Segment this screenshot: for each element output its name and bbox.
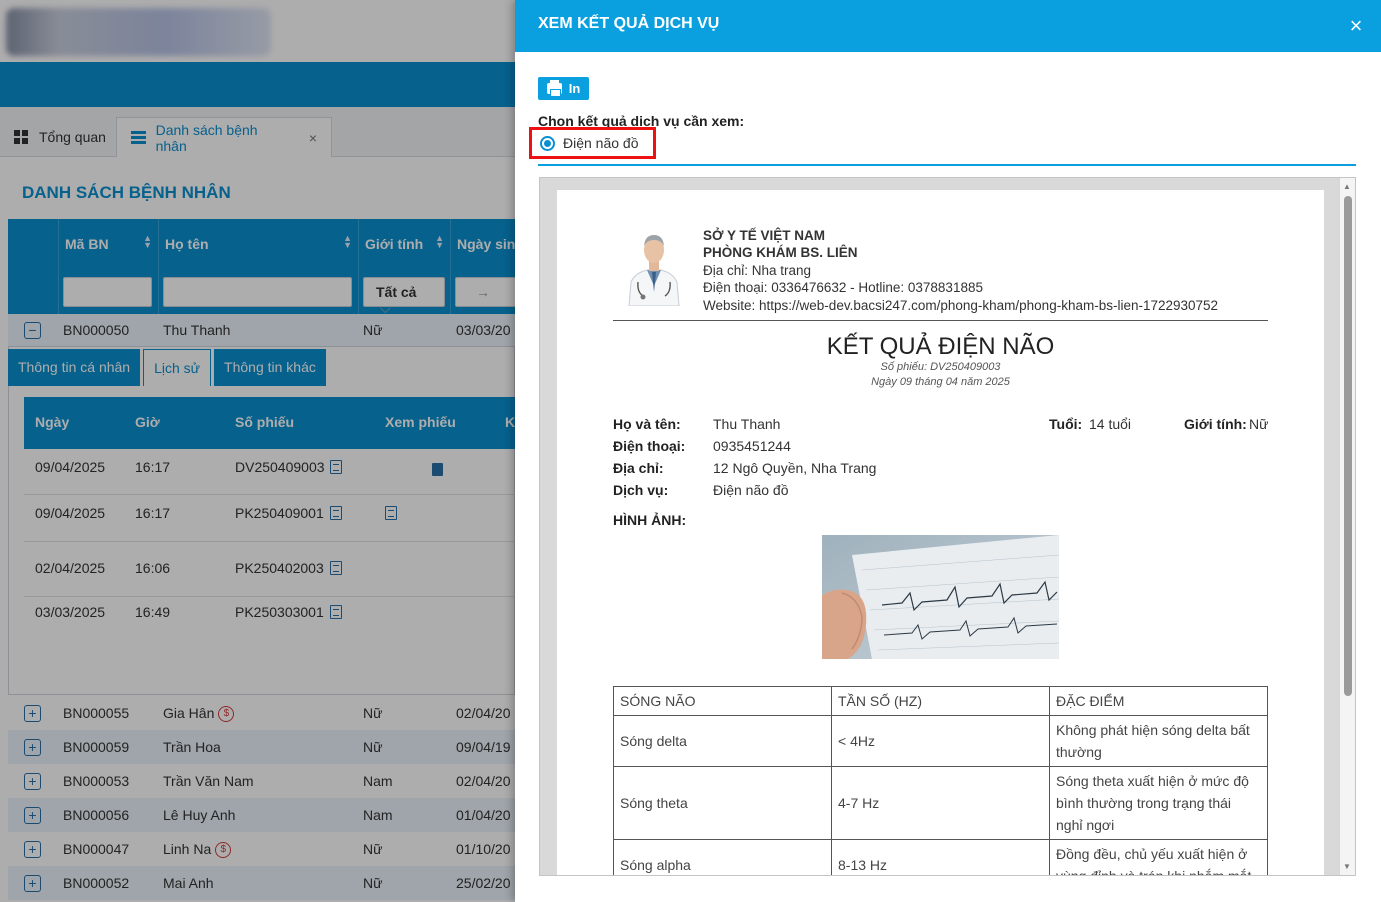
report-date: Ngày 09 tháng 04 năm 2025 [871, 376, 1010, 388]
modal-backdrop[interactable] [0, 0, 515, 902]
wave-description: Đồng đều, chủ yếu xuất hiện ở vùng đỉnh … [1049, 839, 1268, 875]
wave-description: Không phát hiện sóng delta bất thường [1049, 715, 1268, 767]
header-characteristics: ĐẶC ĐIỂM [1049, 686, 1268, 716]
table-row: Sóng delta < 4Hz Không phát hiện sóng de… [613, 715, 1268, 767]
wave-description: Sóng theta xuất hiện ở mức độ bình thườn… [1049, 766, 1268, 840]
printer-icon [546, 80, 562, 97]
wave-name: Sóng theta [613, 766, 832, 840]
label-images: HÌNH ẢNH: [613, 512, 687, 528]
service-option-label: Điện não đồ [563, 135, 639, 151]
label-name: Họ và tên: [613, 416, 681, 432]
value-name: Thu Thanh [713, 416, 781, 432]
clinic-name: PHÒNG KHÁM BS. LIÊN [703, 245, 858, 260]
eeg-results-table: SÓNG NÃO TẦN SỐ (HZ) ĐẶC ĐIỂM Sóng delta… [613, 686, 1268, 875]
value-address: 12 Ngô Quyền, Nha Trang [713, 460, 877, 476]
modal-title: XEM KẾT QUẢ DỊCH VỤ [538, 15, 720, 32]
label-phone: Điện thoại: [613, 438, 686, 454]
label-address: Địa chỉ: [613, 460, 664, 476]
wave-name: Sóng delta [613, 715, 832, 767]
table-header-row: SÓNG NÃO TẦN SỐ (HZ) ĐẶC ĐIỂM [613, 686, 1268, 716]
scroll-up-icon[interactable]: ▲ [1343, 182, 1351, 191]
report-title: KẾT QUẢ ĐIỆN NÃO [826, 333, 1055, 360]
wave-name: Sóng alpha [613, 839, 832, 875]
report-page: SỞ Y TẾ VIỆT NAM PHÒNG KHÁM BS. LIÊN Địa… [557, 190, 1324, 875]
report-viewer[interactable]: SỞ Y TẾ VIỆT NAM PHÒNG KHÁM BS. LIÊN Địa… [539, 177, 1356, 876]
scroll-down-icon[interactable]: ▼ [1343, 862, 1351, 871]
value-age: 14 tuổi [1089, 416, 1132, 432]
modal-header: XEM KẾT QUẢ DỊCH VỤ × [515, 0, 1381, 52]
table-row: Sóng theta 4-7 Hz Sóng theta xuất hiện ở… [613, 766, 1268, 840]
value-phone: 0935451244 [713, 438, 791, 454]
ticket-number: Số phiếu: DV250409003 [880, 361, 1001, 373]
wave-frequency: 8-13 Hz [831, 839, 1050, 875]
wave-frequency: < 4Hz [831, 715, 1050, 767]
table-row: Sóng alpha 8-13 Hz Đồng đều, chủ yếu xuấ… [613, 839, 1268, 875]
doctor-avatar-image [623, 226, 685, 306]
service-result-modal: XEM KẾT QUẢ DỊCH VỤ × In Chọn kết quả dị… [515, 0, 1381, 902]
report-scrollbar[interactable]: ▲ ▼ [1339, 178, 1355, 875]
value-service: Điện não đồ [713, 482, 789, 498]
header-frequency: TẦN SỐ (HZ) [831, 686, 1050, 716]
radio-selected-icon[interactable] [540, 135, 555, 151]
scrollbar-thumb[interactable] [1344, 196, 1352, 696]
wave-frequency: 4-7 Hz [831, 766, 1050, 840]
header-divider [613, 320, 1268, 321]
close-icon[interactable]: × [1346, 15, 1366, 37]
print-button[interactable]: In [538, 77, 589, 100]
clinic-address: Địa chỉ: Nha trang [703, 263, 812, 278]
clinic-phone: Điện thoại: 0336476632 - Hotline: 037883… [703, 280, 983, 295]
header-wave: SÓNG NÃO [613, 686, 832, 716]
value-gender: Nữ [1249, 416, 1269, 432]
label-age: Tuổi: [1049, 416, 1083, 432]
service-option-eeg[interactable]: Điện não đồ [529, 127, 656, 159]
org-name: SỞ Y TẾ VIỆT NAM [703, 228, 826, 243]
eeg-photo [822, 535, 1059, 659]
label-gender: Giới tính: [1184, 416, 1247, 432]
divider [538, 164, 1356, 166]
clinic-website: Website: https://web-dev.bacsi247.com/ph… [703, 298, 1219, 313]
print-button-label: In [568, 81, 581, 96]
label-service: Dịch vụ: [613, 482, 669, 498]
